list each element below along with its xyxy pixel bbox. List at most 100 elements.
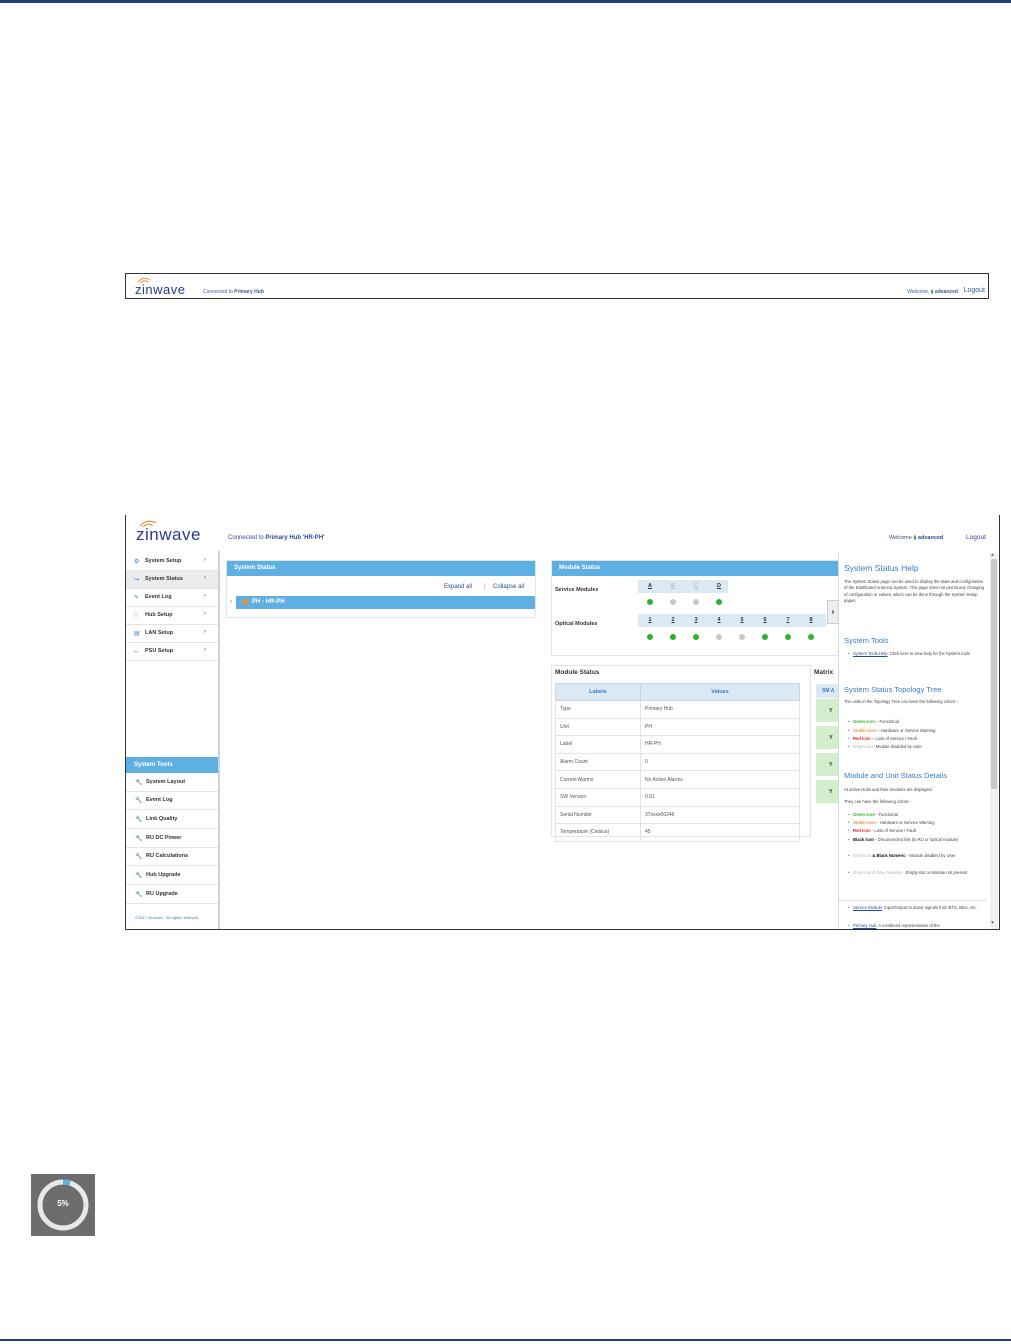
system-tools-header: System Tools (126, 757, 218, 773)
tool-item-ru-dc-power[interactable]: 🔧 RU DC Power (126, 830, 218, 848)
matrix-cell-value: Y (829, 708, 833, 714)
service-module-b-status[interactable] (670, 599, 676, 605)
term-desc: – Hardware or Service Warning (876, 728, 936, 733)
sidebar-item-label: Hub Setup (145, 612, 173, 618)
service-col-c[interactable]: C (689, 583, 703, 589)
amber-status-icon (242, 599, 248, 605)
welcome-prefix: Welcome (889, 535, 912, 541)
logout-link[interactable]: Logout (966, 534, 986, 541)
system-tools-help-link[interactable]: System Tools Help (853, 651, 888, 656)
service-module-link[interactable]: Service Module (853, 905, 882, 910)
column-header-values: Values (640, 683, 800, 701)
grey-icon-term: Grey Icon (853, 853, 872, 858)
optical-col-7[interactable]: 7 (781, 617, 795, 623)
term-desc: - Module disabled by User (905, 853, 956, 858)
tool-item-link-quality[interactable]: 🔧 Link Quality (126, 811, 218, 829)
tree-node-label[interactable]: PH - HR-PH (252, 599, 285, 605)
term-desc: : Input/Output to donor signals from BTS… (881, 905, 977, 910)
matrix-cell: Y (816, 699, 840, 723)
username: advanced (934, 289, 958, 295)
primary-hub-link[interactable]: Primary Hub (853, 923, 876, 928)
service-col-b[interactable]: B (666, 583, 680, 589)
row-label: SW Version (555, 787, 641, 807)
green-icon-term: Green Icon (853, 719, 875, 724)
optical-col-6[interactable]: 6 (758, 617, 772, 623)
matrix-cell: Y (816, 726, 840, 750)
scroll-up-icon[interactable]: ▲ (990, 552, 995, 558)
optical-module-4-status[interactable] (716, 634, 722, 640)
progress-label: 5% (57, 1199, 69, 1208)
optical-module-2-status[interactable] (670, 634, 676, 640)
service-modules-label: Service Modules (555, 587, 599, 593)
optical-col-2[interactable]: 2 (666, 617, 680, 623)
chevron-right-icon[interactable]: › (230, 599, 232, 605)
term-desc: - Disconnected link (to RU or optical mo… (873, 837, 959, 842)
sidebar-item-label: PSU Setup (145, 648, 174, 654)
optical-module-5-status[interactable] (739, 634, 745, 640)
tool-item-hub-upgrade[interactable]: 🔧 Hub Upgrade (126, 867, 218, 885)
row-label: Label (555, 735, 641, 754)
help-title: System Status Help (844, 563, 919, 573)
row-value: Primary Hub (640, 700, 800, 719)
chevron-right-icon: › (204, 557, 206, 563)
sidebar-item-label: LAN Setup (145, 630, 174, 636)
row-value: PH (640, 717, 800, 737)
copyright: ©2017 Zinwave . All rights reserved (135, 915, 198, 920)
help-details-intro: At active Hubs and their modules are dis… (844, 787, 933, 792)
expand-all-link[interactable]: Expand all (444, 584, 472, 590)
module-status-title: Module Status (559, 565, 601, 571)
sidebar: ⚙ System Setup › ↝ System Status › ✎ Eve… (126, 551, 220, 929)
page-top-rule (0, 0, 1011, 3)
black-icon-term: Black Icon (853, 837, 874, 842)
service-module-d-status[interactable] (716, 599, 722, 605)
tool-item-ru-upgrade[interactable]: 🔧 RU Upgrade (126, 886, 218, 904)
term-desc: – Module disabled by User (871, 744, 922, 749)
sidebar-item-system-setup[interactable]: ⚙ System Setup › (126, 553, 218, 571)
connection-status: Connected to Primary Hub (203, 289, 264, 295)
optical-col-4[interactable]: 4 (712, 617, 726, 623)
zinwave-logo: zinwave (136, 517, 201, 544)
service-module-a-status[interactable] (647, 599, 653, 605)
wrench-icon: 🔧 (135, 780, 143, 786)
tool-item-ru-calculations[interactable]: 🔧 RU Calculations (126, 848, 218, 866)
service-col-a[interactable]: A (643, 583, 657, 589)
module-status-header: Module Status (552, 561, 840, 576)
system-status-header: System Status (227, 561, 535, 576)
logout-link[interactable]: Logout (964, 287, 985, 294)
username: advanced (917, 535, 944, 541)
sidebar-item-system-status[interactable]: ↝ System Status › (126, 571, 218, 589)
optical-module-7-status[interactable] (785, 634, 791, 640)
tool-item-label: RU Upgrade (146, 891, 178, 897)
sidebar-item-event-log[interactable]: ✎ Event Log › (126, 589, 218, 607)
row-value: 0.01 (640, 787, 800, 807)
collapse-all-link[interactable]: Collapse all (493, 584, 524, 590)
service-col-d[interactable]: D (712, 583, 726, 589)
help-scrollbar-thumb[interactable] (991, 559, 997, 789)
tool-item-event-log[interactable]: 🔧 Event Log (126, 792, 218, 810)
sidebar-item-psu-setup[interactable]: ⌙ PSU Setup › (126, 643, 218, 661)
red-icon-term: Red Icon (853, 736, 871, 741)
sidebar-item-lan-setup[interactable]: ▤ LAN Setup › (126, 625, 218, 643)
optical-col-8[interactable]: 8 (804, 617, 818, 623)
red-icon-term: Red Icon (853, 828, 871, 833)
optical-module-6-status[interactable] (762, 634, 768, 640)
tool-item-label: Link Quality (146, 816, 178, 822)
service-module-c-status[interactable] (693, 599, 699, 605)
wrench-icon: 🔧 (135, 817, 143, 823)
row-value: No Active Alarms (640, 770, 800, 789)
optical-col-5[interactable]: 5 (735, 617, 749, 623)
row-label: Current Alarms (555, 770, 641, 789)
tool-item-system-layout[interactable]: 🔧 System Layout (126, 774, 218, 792)
optical-module-3-status[interactable] (693, 634, 699, 640)
optical-module-8-status[interactable] (808, 634, 814, 640)
scroll-down-icon[interactable]: ▼ (990, 920, 995, 926)
optical-col-3[interactable]: 3 (689, 617, 703, 623)
gear-icon: ⚙ (134, 559, 140, 565)
optical-col-1[interactable]: 1 (643, 617, 657, 623)
optical-module-1-status[interactable] (647, 634, 653, 640)
sidebar-item-hub-setup[interactable]: ∷ Hub Setup › (126, 607, 218, 625)
module-details-title: Module Status (555, 669, 600, 676)
grey-icon-term: Grey Icon (853, 744, 872, 749)
term-desc: - Empty slot or Module not present (902, 870, 968, 875)
connection-status: Connected to Primary Hub 'HR-PH' (228, 535, 325, 541)
